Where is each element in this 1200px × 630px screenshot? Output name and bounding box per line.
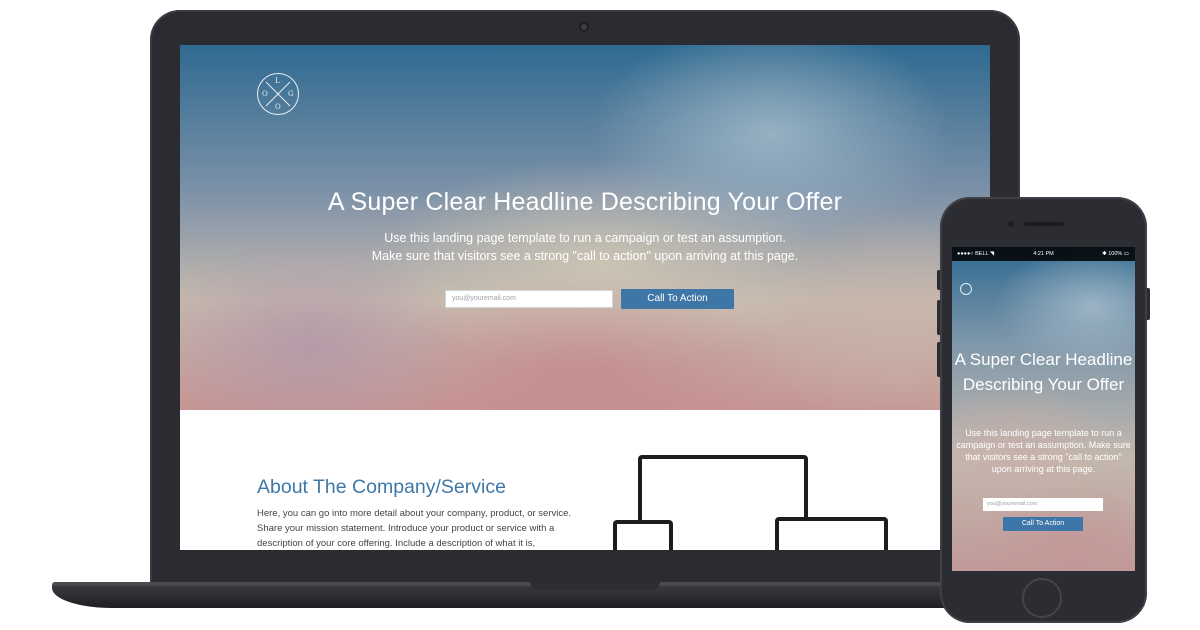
laptop-screen: L O G O A Super Clear Headline Describin…	[180, 45, 990, 550]
about-text: Here, you can go into more detail about …	[257, 508, 572, 549]
logo-circle-icon[interactable]	[960, 283, 972, 295]
hero-subheadline-line: Use this landing page template to run a …	[384, 231, 786, 245]
phone-hero-headline: A Super Clear Headline Describing Your O…	[954, 350, 1133, 394]
hero-subheadline: Use this landing page template to run a …	[180, 229, 990, 265]
logo-letter: O	[275, 103, 281, 111]
phone-speaker	[1024, 222, 1064, 226]
status-bar: ●●●●○ BELL ◥ 4:21 PM ✱ 100% ▭	[952, 247, 1135, 261]
tablet-icon	[613, 520, 673, 550]
laptop-notch	[530, 582, 660, 590]
hero-section: L O G O A Super Clear Headline Describin…	[180, 45, 990, 410]
logo-letter: G	[288, 90, 294, 98]
laptop-icon	[775, 517, 888, 550]
phone-hero-subheadline: Use this landing page template to run a …	[956, 428, 1131, 474]
logo-letter: O	[262, 90, 268, 98]
logo-circle-icon[interactable]: L O G O	[257, 73, 299, 115]
devices-illustration-icon	[610, 455, 910, 550]
phone-camera	[1008, 221, 1014, 227]
call-to-action-button[interactable]: Call To Action	[621, 289, 734, 309]
hero-headline: A Super Clear Headline Describing Your O…	[327, 188, 843, 216]
logo-letter: L	[275, 77, 280, 85]
phone-email-input[interactable]: you@youremail.com	[983, 498, 1103, 511]
laptop-camera	[579, 22, 589, 32]
email-input[interactable]: you@youremail.com	[445, 290, 613, 308]
phone-home-button[interactable]	[1022, 578, 1062, 618]
phone-screen: ●●●●○ BELL ◥ 4:21 PM ✱ 100% ▭ A Super Cl…	[952, 247, 1135, 571]
hero-subheadline-line: Make sure that visitors see a strong "ca…	[371, 249, 799, 263]
phone-side-button	[1147, 288, 1150, 320]
phone-call-to-action-button[interactable]: Call To Action	[1003, 517, 1083, 531]
about-title: About The Company/Service	[257, 476, 506, 498]
battery-icon: ✱ 100% ▭	[1102, 251, 1129, 257]
